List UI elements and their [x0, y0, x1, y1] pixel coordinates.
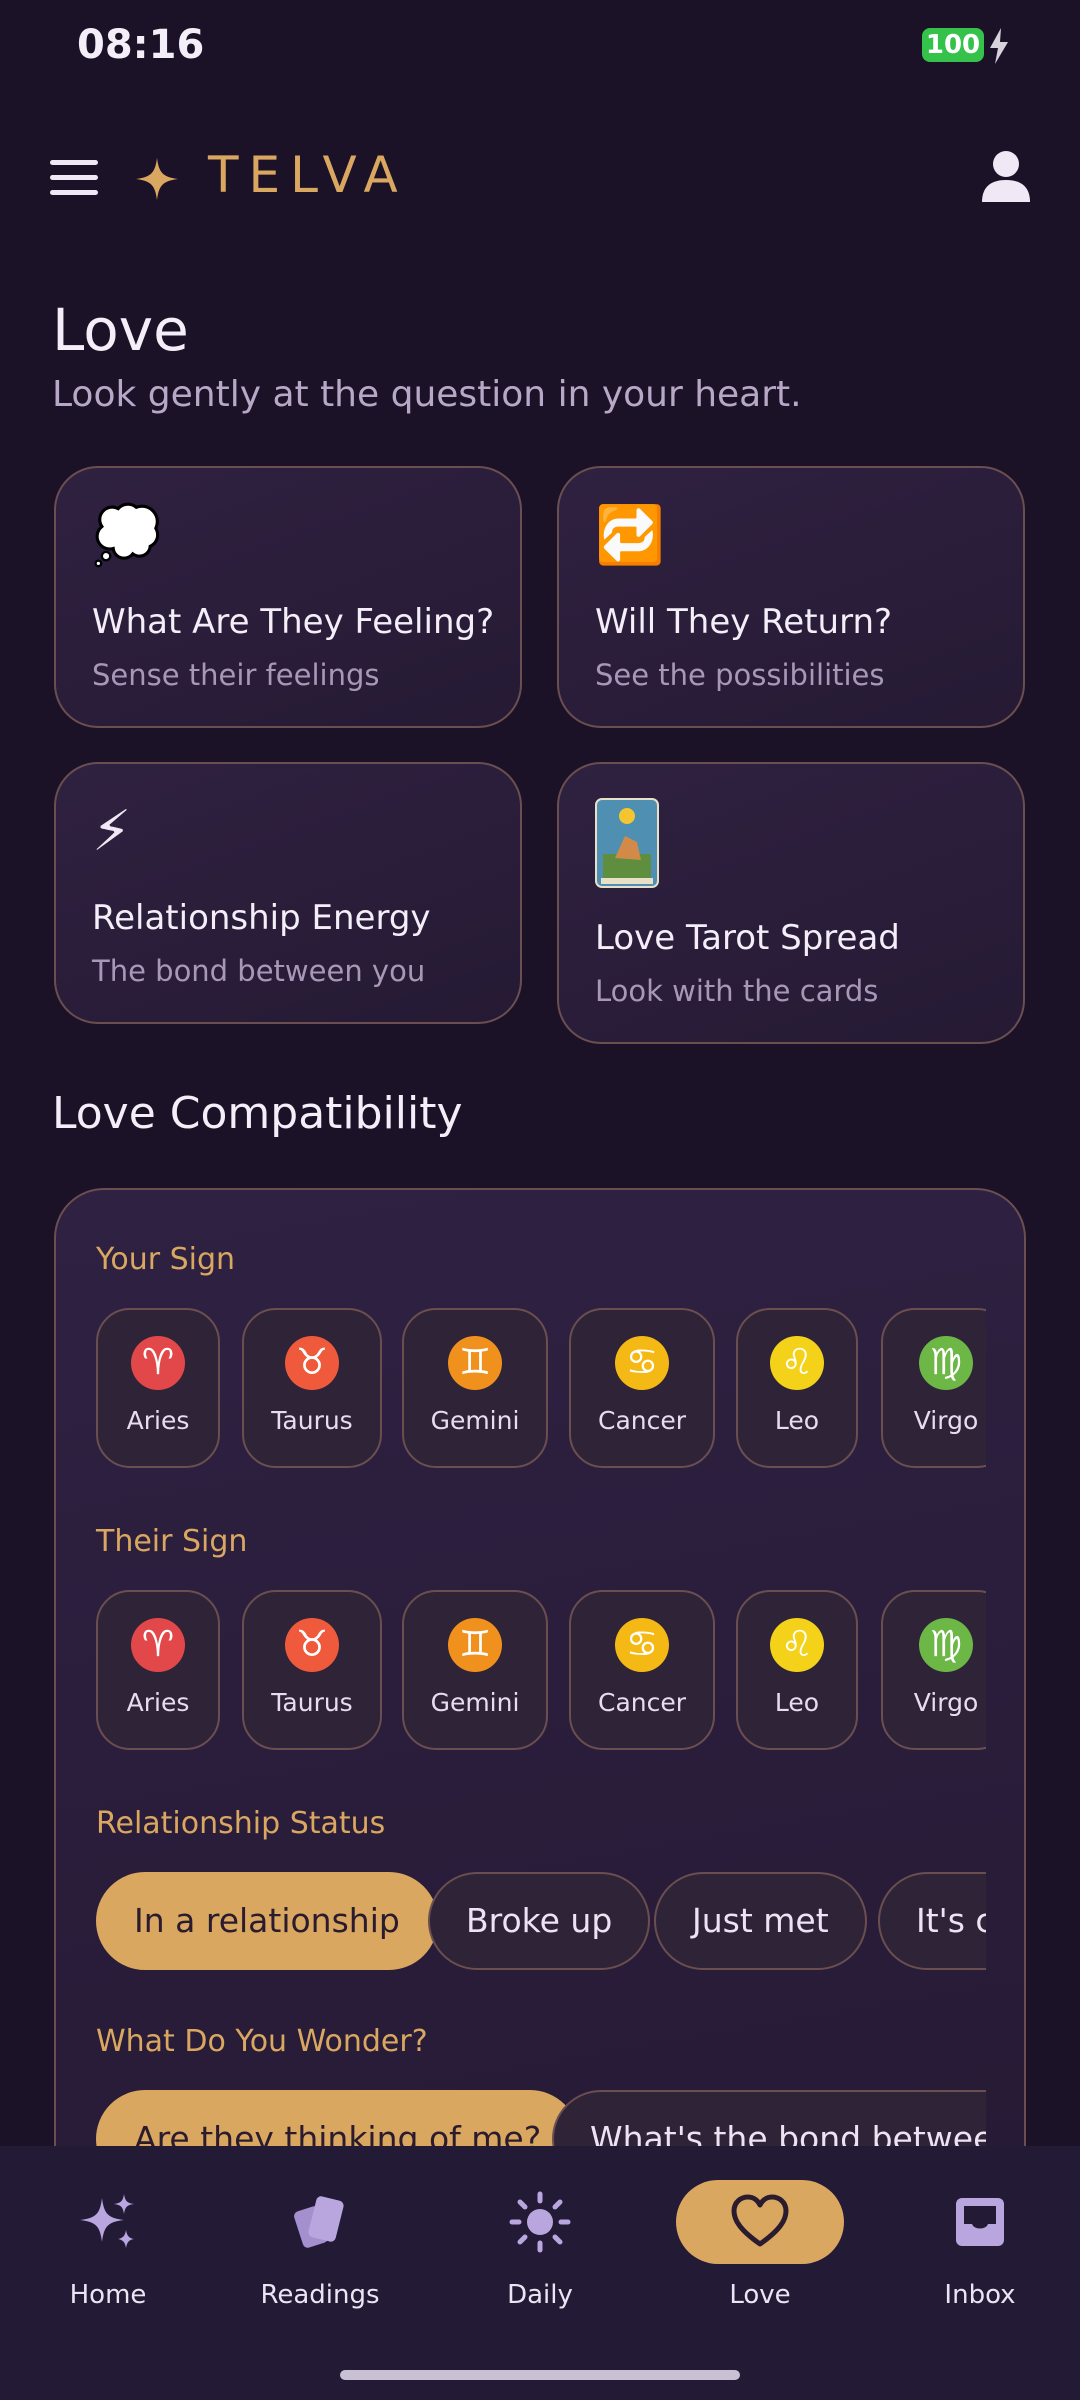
sign-name: Taurus	[271, 1406, 353, 1435]
thought-bubble-icon: 💭	[92, 503, 162, 568]
leo-icon: ♌	[770, 1336, 824, 1390]
leo-icon: ♌	[770, 1618, 824, 1672]
status-bar: 08:16 100	[0, 0, 1080, 96]
lightning-icon: ⚡	[92, 799, 132, 864]
taurus-icon: ♉	[285, 1336, 339, 1390]
card-title: Love Tarot Spread	[595, 918, 900, 958]
battery-indicator: 100	[922, 28, 984, 62]
cancer-icon: ♋	[615, 1336, 669, 1390]
sign-name: Cancer	[597, 1688, 687, 1717]
their-sign-cancer[interactable]: ♋ Cancer	[569, 1590, 715, 1750]
home-indicator	[340, 2370, 740, 2380]
tarot-card-icon	[595, 798, 659, 888]
card-title: Relationship Energy	[92, 898, 431, 938]
sign-name: Virgo	[913, 1688, 979, 1717]
sun-icon	[509, 2191, 571, 2253]
card-title: Will They Return?	[595, 602, 893, 642]
your-sign-label: Your Sign	[96, 1242, 236, 1277]
compatibility-section-title: Love Compatibility	[52, 1088, 463, 1139]
gemini-icon: ♊	[448, 1618, 502, 1672]
relationship-status-option[interactable]: In a relationship	[96, 1872, 438, 1970]
taurus-icon: ♉	[285, 1618, 339, 1672]
sign-name: Aries	[126, 1688, 190, 1717]
sign-name: Leo	[774, 1406, 820, 1435]
nav-item-home[interactable]: Home	[0, 2146, 216, 2346]
menu-icon[interactable]	[50, 160, 98, 196]
your-sign-cancer[interactable]: ♋ Cancer	[569, 1308, 715, 1468]
their-sign-leo[interactable]: ♌ Leo	[736, 1590, 858, 1750]
inbox-icon	[956, 2198, 1004, 2246]
aries-icon: ♈	[131, 1618, 185, 1672]
heart-icon	[731, 2194, 789, 2247]
card-love-tarot-spread[interactable]: Love Tarot Spread Look with the cards	[557, 762, 1025, 1044]
sparkles-icon	[80, 2194, 134, 2248]
card-what-are-they-feeling[interactable]: 💭 What Are They Feeling? Sense their fee…	[54, 466, 522, 728]
card-relationship-energy[interactable]: ⚡ Relationship Energy The bond between y…	[54, 762, 522, 1024]
sign-name: Leo	[774, 1688, 820, 1717]
nav-label: Inbox	[944, 2280, 1016, 2310]
nav-item-daily[interactable]: Daily	[432, 2146, 648, 2346]
their-sign-label: Their Sign	[96, 1524, 248, 1559]
your-sign-taurus[interactable]: ♉ Taurus	[242, 1308, 382, 1468]
compatibility-panel: Your Sign ♈ Aries ♉ Taurus ♊ Gemini ♋ Cancer ♌ Le…	[54, 1188, 1026, 2218]
relationship-status-option[interactable]: Just met	[654, 1872, 867, 1970]
your-sign-leo[interactable]: ♌ Leo	[736, 1308, 858, 1468]
relationship-status-option[interactable]: It's complicated	[878, 1872, 986, 1970]
charging-icon	[990, 28, 1008, 64]
relationship-status-label: Relationship Status	[96, 1806, 386, 1841]
page-subtitle: Look gently at the question in your hear…	[52, 374, 802, 415]
aries-icon: ♈	[131, 1336, 185, 1390]
their-sign-row: ♈ Aries ♉ Taurus ♊ Gemini ♋ Cancer ♌ Leo ♍ Virgo	[96, 1590, 986, 1754]
sign-name: Cancer	[597, 1406, 687, 1435]
their-sign-gemini[interactable]: ♊ Gemini	[402, 1590, 548, 1750]
card-title: What Are They Feeling?	[92, 602, 495, 642]
virgo-icon: ♍	[919, 1618, 973, 1672]
card-subtitle: The bond between you	[92, 954, 426, 988]
logo-text: TELVA	[208, 146, 408, 204]
cancer-icon: ♋	[615, 1618, 669, 1672]
relationship-status-row: In a relationshipBroke upJust metIt's co…	[96, 1872, 986, 1976]
sign-name: Aries	[126, 1406, 190, 1435]
card-subtitle: See the possibilities	[595, 658, 885, 692]
repeat-icon: 🔁	[595, 503, 665, 568]
their-sign-virgo[interactable]: ♍ Virgo	[881, 1590, 986, 1750]
card-subtitle: Look with the cards	[595, 974, 879, 1008]
cards-icon	[294, 2196, 344, 2248]
sign-name: Virgo	[913, 1406, 979, 1435]
card-will-they-return[interactable]: 🔁 Will They Return? See the possibilitie…	[557, 466, 1025, 728]
logo-star-icon	[136, 158, 178, 200]
nav-item-inbox[interactable]: Inbox	[872, 2146, 1080, 2346]
nav-label: Love	[729, 2280, 791, 2310]
their-sign-aries[interactable]: ♈ Aries	[96, 1590, 220, 1750]
profile-icon[interactable]	[982, 150, 1030, 202]
their-sign-taurus[interactable]: ♉ Taurus	[242, 1590, 382, 1750]
status-time: 08:16	[77, 22, 205, 68]
your-sign-virgo[interactable]: ♍ Virgo	[881, 1308, 986, 1468]
nav-label: Home	[69, 2280, 147, 2310]
sign-name: Taurus	[271, 1688, 353, 1717]
your-sign-row: ♈ Aries ♉ Taurus ♊ Gemini ♋ Cancer ♌ Leo ♍ Virgo	[96, 1308, 986, 1472]
gemini-icon: ♊	[448, 1336, 502, 1390]
nav-item-readings[interactable]: Readings	[212, 2146, 428, 2346]
nav-item-love[interactable]: Love	[652, 2146, 868, 2346]
card-subtitle: Sense their feelings	[92, 658, 380, 692]
wonder-label: What Do You Wonder?	[96, 2024, 428, 2059]
your-sign-aries[interactable]: ♈ Aries	[96, 1308, 220, 1468]
bottom-nav: Home Readings Daily Love Inbox	[0, 2146, 1080, 2400]
nav-label: Daily	[507, 2280, 573, 2310]
your-sign-gemini[interactable]: ♊ Gemini	[402, 1308, 548, 1468]
sign-name: Gemini	[430, 1406, 520, 1435]
virgo-icon: ♍	[919, 1336, 973, 1390]
nav-label: Readings	[260, 2280, 380, 2310]
sign-name: Gemini	[430, 1688, 520, 1717]
page-title: Love	[52, 296, 189, 364]
relationship-status-option[interactable]: Broke up	[428, 1872, 651, 1970]
